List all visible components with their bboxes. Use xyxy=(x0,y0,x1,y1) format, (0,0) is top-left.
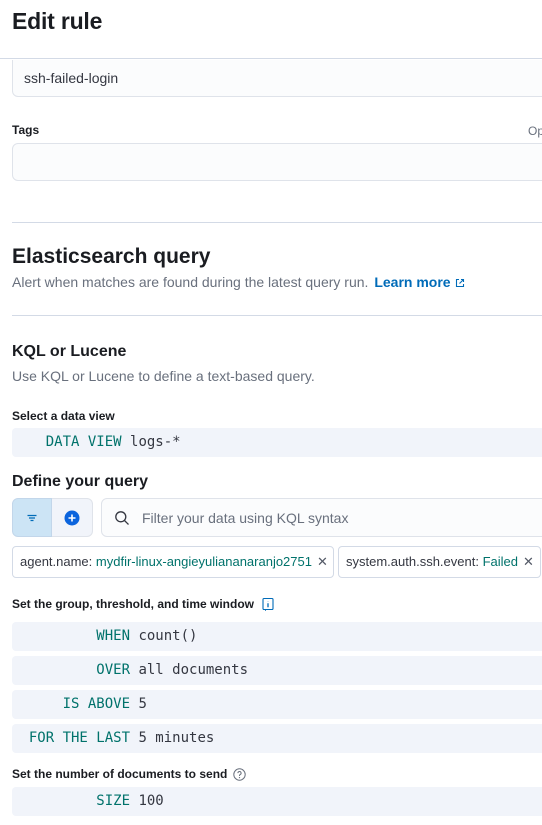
kql-search-input[interactable]: Filter your data using KQL syntax xyxy=(101,498,542,537)
time-window-expression[interactable]: FOR THE LAST 5 minutes xyxy=(12,724,542,753)
over-keyword: OVER xyxy=(96,662,131,678)
threshold-label-text: Set the group, threshold, and time windo… xyxy=(12,597,255,611)
tags-optional-hint: Op xyxy=(528,124,542,138)
data-view-label: Select a data view xyxy=(12,409,115,423)
when-value: count() xyxy=(138,628,198,644)
flyout-title: Edit rule xyxy=(12,8,103,34)
for-the-last-value: 5 minutes xyxy=(138,730,215,746)
size-expression[interactable]: SIZE 100 xyxy=(12,787,542,816)
data-view-keyword: DATA VIEW xyxy=(45,434,122,450)
tags-label: Tags xyxy=(12,123,40,137)
filter-field: agent.name: xyxy=(20,554,93,569)
section-divider xyxy=(12,222,542,223)
is-above-keyword: IS ABOVE xyxy=(62,696,131,712)
close-icon[interactable]: ✕ xyxy=(523,554,534,569)
size-value: 100 xyxy=(138,793,164,809)
close-icon[interactable]: ✕ xyxy=(317,554,328,569)
external-link-icon xyxy=(455,278,464,288)
filter-icon xyxy=(27,514,37,522)
kql-title: KQL or Lucene xyxy=(12,343,127,360)
es-query-title: Elasticsearch query xyxy=(12,245,211,268)
data-view-value: logs-* xyxy=(130,434,181,450)
es-query-description-text: Alert when matches are found during the … xyxy=(12,274,369,290)
header-divider xyxy=(0,58,542,59)
over-expression[interactable]: OVER all documents xyxy=(12,656,542,685)
search-placeholder: Filter your data using KQL syntax xyxy=(142,510,349,526)
es-query-description: Alert when matches are found during the … xyxy=(12,274,465,290)
over-value: all documents xyxy=(138,662,249,678)
is-above-value: 5 xyxy=(138,696,147,712)
plus-circle-icon xyxy=(64,510,80,526)
filter-value: mydfir-linux-angieyuliananaranjo2751 xyxy=(95,554,312,569)
tags-combobox[interactable] xyxy=(12,143,542,181)
when-expression[interactable]: WHEN count() xyxy=(12,622,542,651)
kql-description: Use KQL or Lucene to define a text-based… xyxy=(12,368,315,384)
filter-field: system.auth.ssh.event: xyxy=(346,554,479,569)
size-label-text: Set the number of documents to send xyxy=(12,767,228,781)
section-divider-2 xyxy=(12,315,542,316)
define-query-title: Define your query xyxy=(12,473,149,490)
threshold-label: Set the group, threshold, and time windo… xyxy=(12,597,275,611)
add-filter-button[interactable] xyxy=(52,498,93,537)
learn-more-label: Learn more xyxy=(374,274,451,290)
size-keyword: SIZE xyxy=(96,793,131,809)
filter-value: Failed xyxy=(482,554,518,569)
filter-pill[interactable]: system.auth.ssh.event: Failed ✕ xyxy=(338,546,541,578)
for-the-last-keyword: FOR THE LAST xyxy=(28,730,131,746)
data-view-expression[interactable]: DATA VIEW logs-* xyxy=(12,428,542,457)
filter-pill[interactable]: agent.name: mydfir-linux-angieyuliananar… xyxy=(12,546,334,578)
learn-more-link[interactable]: Learn more xyxy=(374,274,464,290)
threshold-expression[interactable]: IS ABOVE 5 xyxy=(12,690,542,719)
rule-name-input[interactable]: ssh-failed-login xyxy=(12,60,542,97)
documentation-icon[interactable] xyxy=(261,597,275,611)
data-view-indent xyxy=(12,434,46,450)
when-keyword: WHEN xyxy=(96,628,131,644)
question-icon[interactable] xyxy=(233,768,246,781)
filter-menu-button[interactable] xyxy=(12,498,52,537)
size-label: Set the number of documents to send xyxy=(12,767,246,781)
search-icon xyxy=(115,511,129,525)
